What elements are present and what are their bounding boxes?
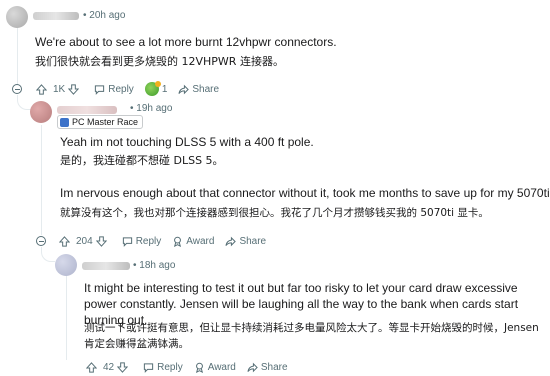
award-button[interactable]: Award bbox=[172, 236, 214, 247]
comment-actions: 42 Reply Award Share bbox=[64, 359, 299, 375]
share-button[interactable]: Share bbox=[225, 236, 266, 247]
downvote-button[interactable] bbox=[68, 83, 82, 95]
comment-body-zh: 我们很快就会看到更多烧毁的 12VHPWR 连接器。 bbox=[35, 55, 284, 68]
username-redacted[interactable] bbox=[33, 12, 79, 20]
share-label: Share bbox=[239, 235, 267, 247]
downvote-icon bbox=[95, 235, 107, 247]
thread-elbow-comment2 bbox=[17, 95, 31, 110]
vote-count: 204 bbox=[76, 235, 93, 247]
reply-icon bbox=[122, 236, 132, 247]
award-label: Award bbox=[186, 235, 215, 247]
share-icon bbox=[178, 84, 190, 94]
reply-icon bbox=[143, 362, 154, 373]
vote-count: 1K bbox=[53, 83, 66, 95]
share-label: Share bbox=[260, 361, 288, 373]
comment-actions: 1K Reply 1 Share bbox=[12, 81, 230, 97]
thread-elbow-comment3 bbox=[41, 247, 55, 262]
upvote-icon bbox=[59, 235, 70, 247]
downvote-icon bbox=[68, 83, 80, 95]
comment-meta: • 18h ago bbox=[133, 260, 176, 271]
downvote-button[interactable] bbox=[95, 235, 110, 247]
upvote-icon bbox=[36, 83, 47, 95]
username-redacted[interactable] bbox=[82, 262, 130, 270]
user-flair: PC Master Race bbox=[57, 115, 144, 129]
award-count: 1 bbox=[161, 83, 168, 95]
thread-line-root bbox=[17, 24, 18, 84]
username-redacted[interactable] bbox=[57, 106, 117, 114]
comment-body-en: Im nervous enough about that connector w… bbox=[60, 186, 550, 200]
award-icon bbox=[174, 236, 182, 247]
vote-count: 42 bbox=[103, 361, 115, 373]
comment-body-en: Yeah im not touching DLSS 5 with a 400 f… bbox=[60, 135, 314, 149]
award-icon bbox=[195, 362, 203, 373]
collapse-thread-button[interactable] bbox=[12, 84, 22, 94]
downvote-icon bbox=[117, 361, 129, 373]
flair-label: PC Master Race bbox=[72, 117, 139, 127]
upvote-button[interactable] bbox=[86, 361, 100, 373]
comment-timestamp: 19h ago bbox=[136, 103, 173, 114]
reply-icon bbox=[95, 84, 105, 95]
comment-body-zh: 是的，我连碰都不想碰 DLSS 5。 bbox=[60, 154, 224, 167]
comment-meta: • 20h ago bbox=[83, 10, 126, 21]
upvote-button[interactable] bbox=[36, 83, 50, 95]
reply-button[interactable]: Reply bbox=[94, 84, 134, 95]
award-icon bbox=[144, 81, 161, 96]
award-label: Award bbox=[207, 361, 236, 373]
avatar[interactable] bbox=[6, 6, 28, 28]
reply-label: Reply bbox=[135, 235, 162, 247]
comment-timestamp: 18h ago bbox=[139, 260, 176, 271]
comment-body-en: We're about to see a lot more burnt 12vh… bbox=[35, 35, 337, 49]
thread-line-comment2 bbox=[41, 125, 42, 235]
reply-label: Reply bbox=[108, 83, 134, 95]
comment-body-zh: 就算没有这个，我也对那个连接器感到很担心。我花了几个月才攒够钱买我的 5070t… bbox=[60, 207, 489, 219]
share-label: Share bbox=[192, 83, 220, 95]
reply-label: Reply bbox=[157, 361, 183, 373]
share-icon bbox=[247, 362, 258, 372]
collapse-thread-button[interactable] bbox=[36, 236, 46, 246]
share-button[interactable]: Share bbox=[178, 84, 219, 95]
flair-icon bbox=[60, 117, 69, 127]
downvote-button[interactable] bbox=[117, 361, 131, 373]
share-button[interactable]: Share bbox=[247, 362, 288, 373]
comment-timestamp: 20h ago bbox=[89, 10, 126, 21]
comment-meta: • 19h ago bbox=[130, 103, 173, 114]
reply-button[interactable]: Reply bbox=[122, 235, 162, 247]
avatar[interactable] bbox=[55, 254, 77, 276]
award-button[interactable]: Award bbox=[194, 362, 236, 373]
share-icon bbox=[225, 236, 237, 246]
thread-line-comment3 bbox=[66, 275, 67, 360]
avatar[interactable] bbox=[30, 101, 52, 123]
award-button[interactable]: 1 bbox=[144, 81, 168, 96]
comment-body-zh: 测试一下或许挺有意思，但让显卡持续消耗过多电量风险太大了。等显卡开始烧毁的时候，… bbox=[84, 322, 539, 350]
upvote-button[interactable] bbox=[59, 235, 73, 247]
comment-actions: 204 Reply Award Share bbox=[36, 233, 277, 249]
upvote-icon bbox=[86, 361, 97, 373]
reply-button[interactable]: Reply bbox=[143, 362, 183, 373]
